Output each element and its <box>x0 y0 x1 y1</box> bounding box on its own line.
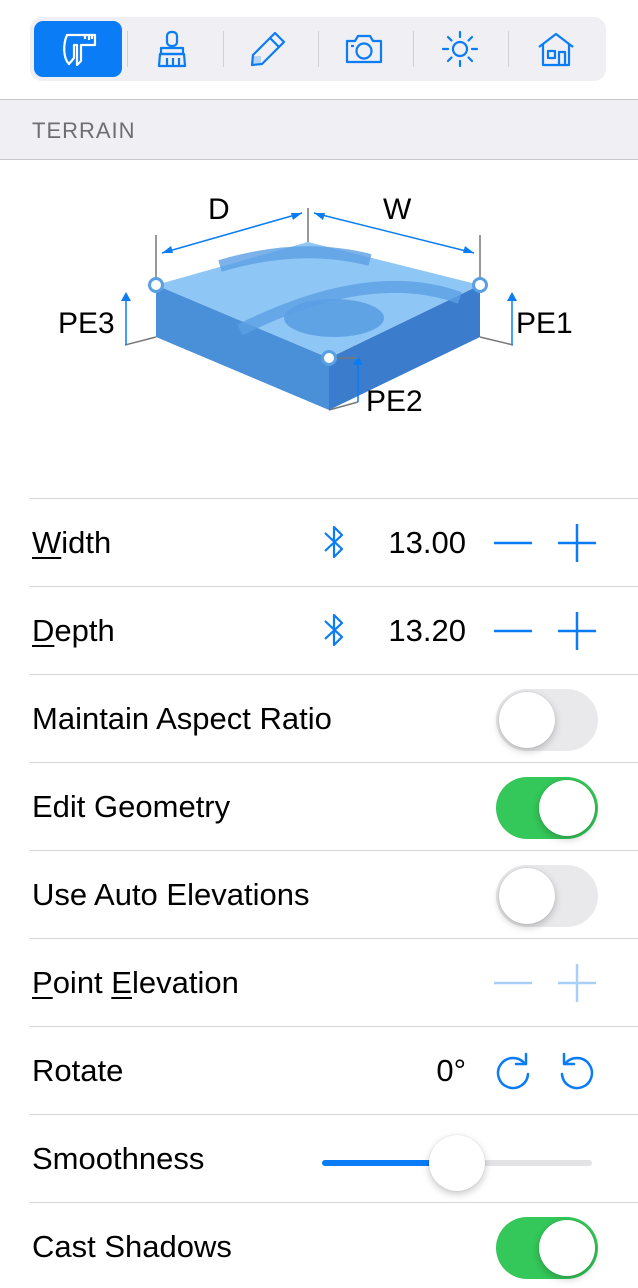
minus-icon <box>494 629 532 633</box>
cast-shadows-row: Cast Shadows <box>30 1202 638 1288</box>
width-label: Width <box>32 525 112 560</box>
draw-tool-button[interactable] <box>224 21 312 77</box>
point-elevation-label: Point Elevation <box>32 965 239 1000</box>
label-w: W <box>383 193 412 226</box>
corner-handle-pe1 <box>472 277 488 293</box>
depth-row: Depth 13.20 <box>30 586 638 674</box>
depth-value: 13.20 <box>388 613 466 648</box>
lighting-tool-button[interactable] <box>416 21 504 77</box>
width-row: Width 13.00 <box>30 498 638 586</box>
point-elevation-increment-button[interactable] <box>554 963 600 1003</box>
rotate-value: 0° <box>436 1053 466 1088</box>
label-d: D <box>208 193 230 226</box>
depth-increment-button[interactable] <box>554 611 600 651</box>
corner-handle-pe3 <box>148 277 164 293</box>
rotate-label: Rotate <box>32 1053 124 1088</box>
cast-shadows-toggle[interactable] <box>496 1217 598 1279</box>
width-value: 13.00 <box>388 525 466 560</box>
bluetooth-icon[interactable] <box>316 609 352 651</box>
bluetooth-icon[interactable] <box>316 521 352 563</box>
width-decrement-button[interactable] <box>490 523 536 563</box>
section-title: TERRAIN <box>32 118 136 143</box>
plus-icon <box>558 612 596 650</box>
rotate-counterclockwise-icon <box>560 1052 594 1090</box>
terrain-diagram: D W PE3 PE1 PE2 <box>40 180 600 440</box>
slider-knob[interactable] <box>429 1135 485 1191</box>
toggle-knob <box>539 780 595 836</box>
toggle-knob <box>499 692 555 748</box>
building-tool-button[interactable] <box>512 21 600 77</box>
depth-decrement-button[interactable] <box>490 611 536 651</box>
width-increment-button[interactable] <box>554 523 600 563</box>
edit-geometry-toggle[interactable] <box>496 777 598 839</box>
plus-icon <box>558 524 596 562</box>
pencil-icon <box>250 31 286 67</box>
camera-icon <box>345 34 383 64</box>
rotate-row: Rotate 0° <box>30 1026 638 1114</box>
label-pe3: PE3 <box>58 307 115 340</box>
depth-label: Depth <box>32 613 115 648</box>
auto-elevations-row: Use Auto Elevations <box>30 850 638 938</box>
smoothness-label: Smoothness <box>32 1141 205 1176</box>
tool-selector <box>30 17 606 81</box>
minus-icon <box>494 541 532 545</box>
point-elevation-decrement-button[interactable] <box>490 963 536 1003</box>
rotate-clockwise-icon <box>496 1052 530 1090</box>
camera-tool-button[interactable] <box>320 21 408 77</box>
plus-icon <box>558 964 596 1002</box>
label-pe1: PE1 <box>516 307 573 340</box>
rotate-clockwise-button[interactable] <box>490 1051 536 1093</box>
house-icon <box>538 32 574 67</box>
rotate-counterclockwise-button[interactable] <box>554 1051 600 1093</box>
label-pe2: PE2 <box>366 385 423 418</box>
edit-geometry-label: Edit Geometry <box>32 789 231 824</box>
cast-shadows-label: Cast Shadows <box>32 1229 232 1264</box>
aspect-ratio-row: Maintain Aspect Ratio <box>30 674 638 762</box>
toggle-knob <box>499 868 555 924</box>
brush-icon <box>157 30 187 68</box>
measure-tool-button[interactable] <box>34 21 122 77</box>
caliper-icon <box>63 33 97 67</box>
paint-tool-button[interactable] <box>128 21 216 77</box>
corner-handle-pe2 <box>321 350 337 366</box>
edit-geometry-row: Edit Geometry <box>30 762 638 850</box>
point-elevation-row: Point Elevation <box>30 938 638 1026</box>
minus-icon <box>494 981 532 985</box>
auto-elevations-toggle[interactable] <box>496 865 598 927</box>
aspect-ratio-toggle[interactable] <box>496 689 598 751</box>
sun-icon <box>441 30 479 68</box>
aspect-ratio-label: Maintain Aspect Ratio <box>32 701 332 736</box>
section-header: TERRAIN <box>0 100 638 160</box>
smoothness-slider[interactable] <box>322 1135 592 1191</box>
toggle-knob <box>539 1220 595 1276</box>
smoothness-row: Smoothness <box>30 1114 638 1202</box>
auto-elevations-label: Use Auto Elevations <box>32 877 310 912</box>
